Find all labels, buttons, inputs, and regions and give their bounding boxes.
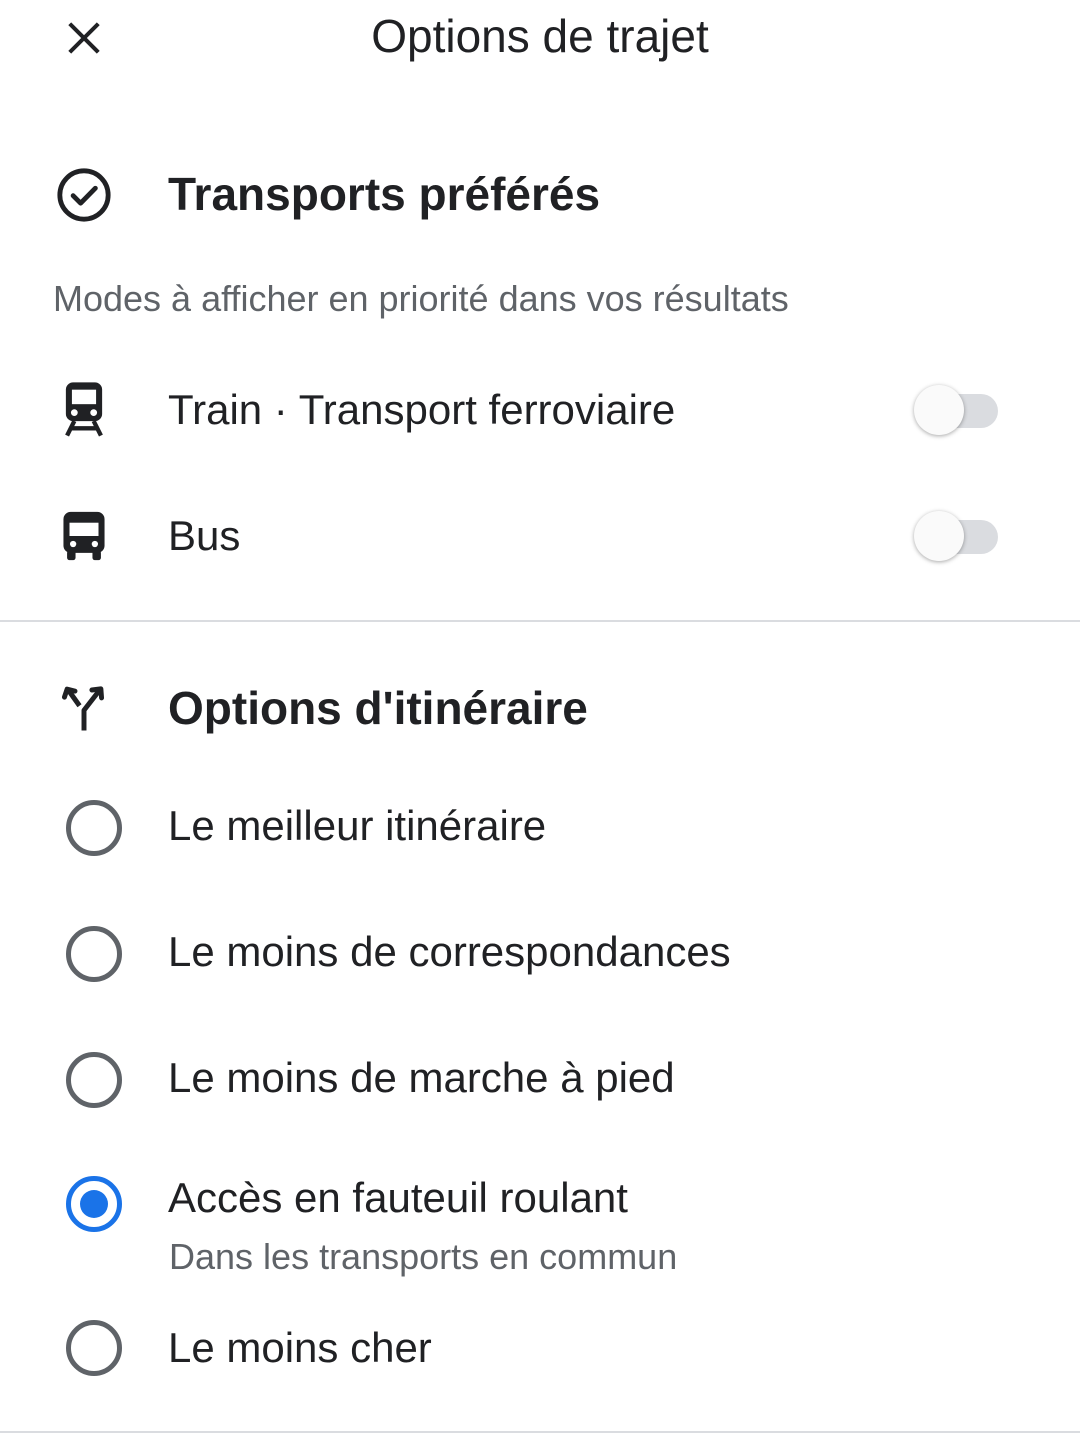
radio-button[interactable] <box>66 1320 122 1376</box>
route-option-wheelchair[interactable]: Accès en fauteuil roulant Dans les trans… <box>0 1148 1080 1288</box>
transport-row-train[interactable]: Train · Transport ferroviaire <box>0 350 1080 470</box>
toggle-train[interactable] <box>914 384 1004 436</box>
route-option-sublabel: Dans les transports en commun <box>169 1236 678 1277</box>
section-title-preferred-transport: Transports préférés <box>168 168 601 220</box>
route-option-label: Le moins cher <box>168 1324 432 1371</box>
toggle-bus[interactable] <box>914 510 1004 562</box>
radio-button-selected[interactable] <box>66 1176 122 1232</box>
bottom-divider <box>0 1431 1080 1433</box>
train-icon <box>52 377 116 441</box>
section-divider <box>0 620 1080 622</box>
route-option-fewest-transfers[interactable]: Le moins de correspondances <box>0 896 1080 1008</box>
section-subtitle: Modes à afficher en priorité dans vos ré… <box>53 278 789 319</box>
section-title-route-options: Options d'itinéraire <box>168 682 588 734</box>
route-option-label: Le moins de marche à pied <box>168 1054 675 1101</box>
page-title: Options de trajet <box>371 10 709 62</box>
radio-button[interactable] <box>66 926 122 982</box>
radio-button[interactable] <box>66 1052 122 1108</box>
route-option-cheapest[interactable]: Le moins cher <box>0 1292 1080 1404</box>
bus-icon <box>52 504 116 568</box>
radio-button[interactable] <box>66 800 122 856</box>
transport-label-bus: Bus <box>168 512 241 559</box>
route-option-best[interactable]: Le meilleur itinéraire <box>0 770 1080 882</box>
check-circle-icon <box>52 163 116 227</box>
route-option-least-walking[interactable]: Le moins de marche à pied <box>0 1022 1080 1134</box>
route-option-label: Accès en fauteuil roulant <box>168 1174 628 1221</box>
route-fork-icon <box>52 676 116 740</box>
transport-label-train: Train · Transport ferroviaire <box>168 386 676 433</box>
route-option-label: Le meilleur itinéraire <box>168 802 547 849</box>
transport-row-bus[interactable]: Bus <box>0 476 1080 596</box>
route-option-label: Le moins de correspondances <box>168 928 731 975</box>
